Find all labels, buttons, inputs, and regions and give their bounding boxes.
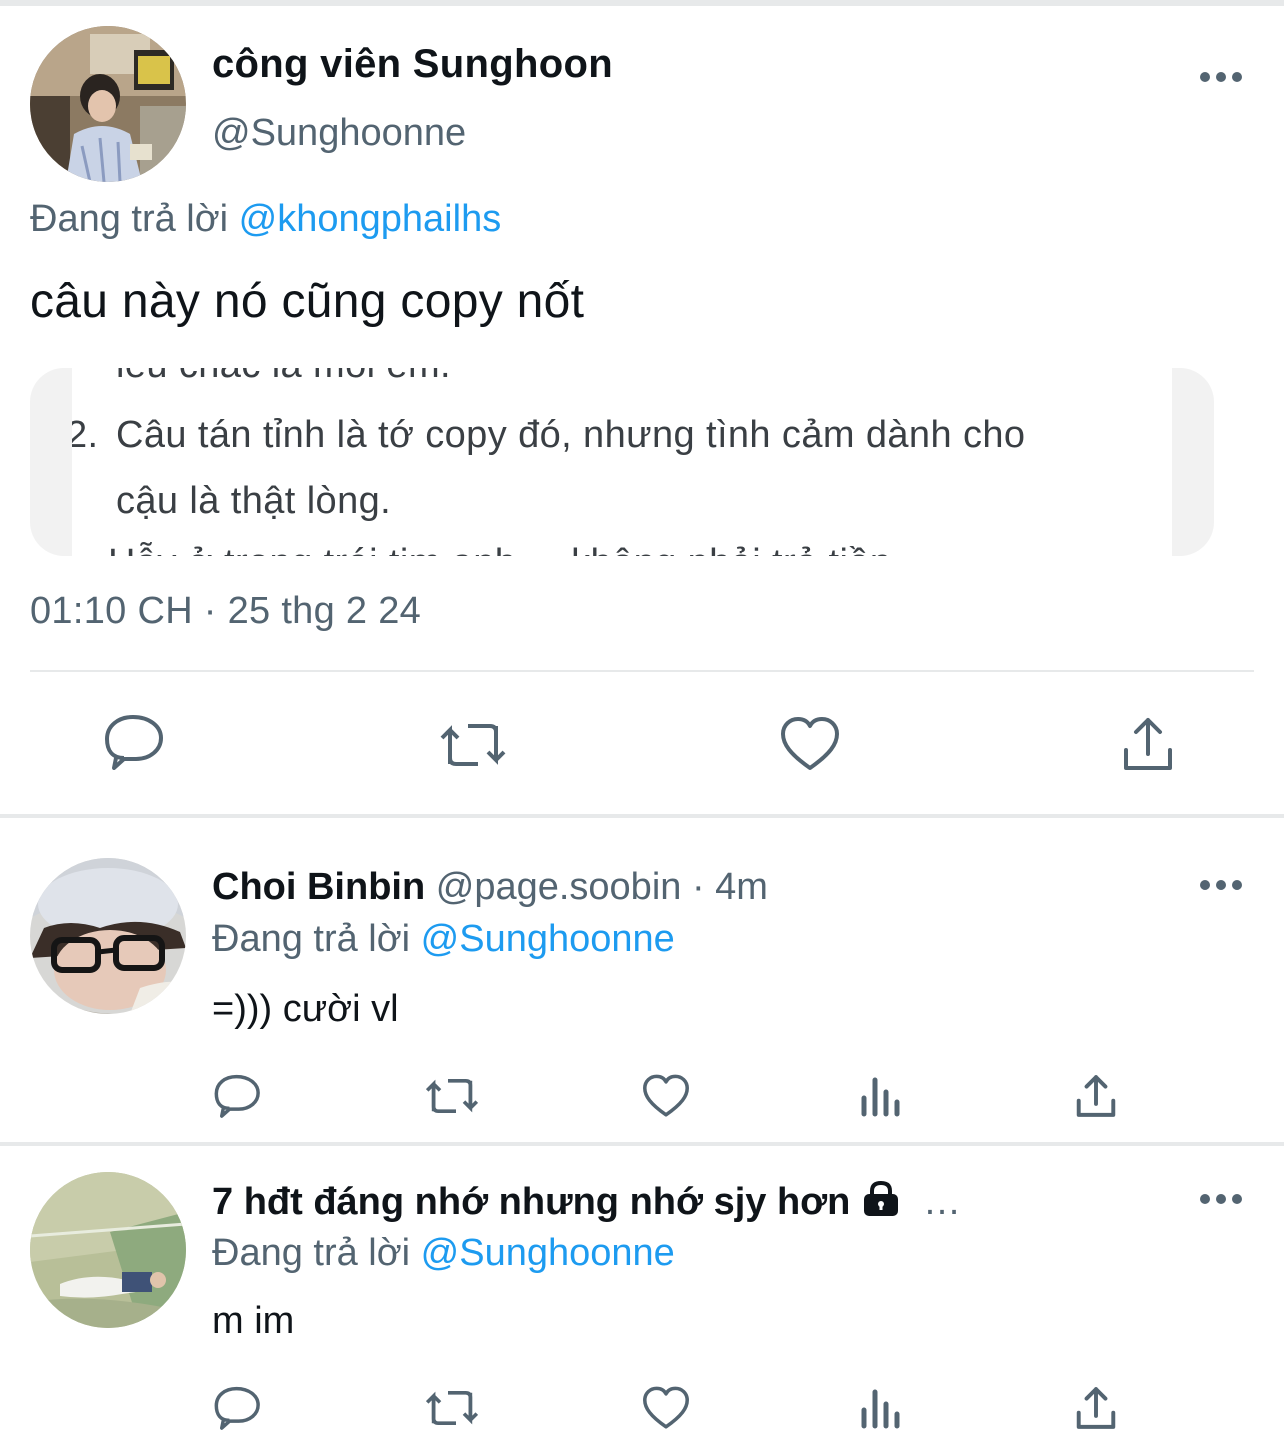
reply-icon	[214, 1386, 260, 1430]
reply-text: =))) cười vl	[212, 988, 399, 1030]
retweet-icon	[425, 1079, 479, 1113]
like-button[interactable]	[642, 1386, 690, 1430]
views-button[interactable]	[860, 1074, 904, 1118]
more-options-icon[interactable]	[1200, 880, 1242, 892]
author-handle[interactable]: @Sunghoonne	[212, 112, 466, 155]
replying-prefix: Đang trả lời	[212, 1232, 411, 1274]
reply-author-avatar[interactable]	[30, 858, 186, 1014]
like-icon	[781, 717, 839, 770]
replying-to-link[interactable]: @Sunghoonne	[421, 918, 675, 960]
reply-author-handle[interactable]: @page.soobin	[436, 866, 682, 908]
views-icon	[861, 1389, 900, 1429]
media-screenshot: ieu chac la moi em. 2. Câu tán tỉnh là t…	[72, 368, 1172, 556]
reply-header: 7 hđt đáng nhớ nhưng nhớ sjy hơn …	[212, 1180, 961, 1224]
share-button[interactable]	[1120, 716, 1176, 772]
reply-button[interactable]	[214, 1386, 262, 1430]
tweet-divider	[30, 670, 1254, 672]
retweet-button[interactable]	[424, 1388, 480, 1428]
share-button[interactable]	[1074, 1074, 1118, 1118]
name-truncation: …	[922, 1181, 961, 1223]
reply-icon	[214, 1074, 260, 1118]
share-icon	[1076, 1387, 1116, 1429]
media-line-partial-top: ieu chac la moi em.	[116, 368, 451, 387]
more-options-icon[interactable]	[1200, 1194, 1242, 1206]
like-button[interactable]	[780, 716, 840, 772]
reply-author-avatar[interactable]	[30, 1172, 186, 1328]
lock-icon	[864, 1180, 899, 1216]
reply-age[interactable]: · 4m	[681, 866, 768, 908]
reply-button[interactable]	[104, 714, 166, 770]
main-tweet: công viên Sunghoon @Sunghoonne Đang trả …	[0, 6, 1284, 814]
reply-icon	[105, 715, 163, 770]
author-name[interactable]: công viên Sunghoon	[212, 42, 613, 87]
replying-prefix: Đang trả lời	[212, 918, 411, 960]
views-icon	[861, 1077, 900, 1117]
reply-tweet[interactable]: Choi Binbin @page.soobin · 4m Đang trả l…	[0, 818, 1284, 1142]
reply-tweet[interactable]: 7 hđt đáng nhớ nhưng nhớ sjy hơn … Đang …	[0, 1146, 1284, 1456]
replying-prefix: Đang trả lời	[30, 198, 229, 240]
tweet-timestamp[interactable]: 01:10 CH · 25 thg 2 24	[30, 590, 421, 633]
like-icon	[643, 1386, 689, 1429]
like-button[interactable]	[642, 1074, 690, 1118]
replying-to-link[interactable]: @khongphailhs	[239, 198, 502, 240]
more-options-icon[interactable]	[1200, 72, 1242, 84]
retweet-button[interactable]	[438, 720, 508, 770]
retweet-icon	[425, 1391, 479, 1425]
reply-text: m im	[212, 1300, 295, 1342]
retweet-button[interactable]	[424, 1076, 480, 1116]
reply-author-name[interactable]: Choi Binbin	[212, 866, 425, 908]
tweet-media-image[interactable]: ieu chac la moi em. 2. Câu tán tỉnh là t…	[30, 368, 1214, 556]
media-line-2: cậu là thật lòng.	[116, 480, 392, 522]
replying-to: Đang trả lời @Sunghoonne	[212, 1232, 675, 1275]
views-button[interactable]	[860, 1386, 904, 1430]
tweet-text: câu này nó cũng copy nốt	[30, 275, 585, 328]
share-icon	[1124, 718, 1172, 770]
author-avatar[interactable]	[30, 26, 186, 182]
media-line-1: Câu tán tỉnh là tớ copy đó, nhưng tình c…	[116, 414, 1026, 456]
replying-to: Đang trả lời @Sunghoonne	[212, 918, 675, 961]
share-button[interactable]	[1074, 1386, 1118, 1430]
reply-author-name[interactable]: 7 hđt đáng nhớ nhưng nhớ sjy hơn	[212, 1181, 850, 1223]
like-icon	[643, 1074, 689, 1117]
share-icon	[1076, 1075, 1116, 1117]
media-line-partial-bottom: Hẫy ở trọng trái tim anh ... không phải …	[108, 542, 935, 556]
reply-header: Choi Binbin @page.soobin · 4m	[212, 866, 768, 909]
replying-to: Đang trả lời @khongphailhs	[30, 198, 501, 241]
media-list-number: 2.	[72, 414, 99, 456]
reply-button[interactable]	[214, 1074, 262, 1118]
replying-to-link[interactable]: @Sunghoonne	[421, 1232, 675, 1274]
retweet-icon	[440, 724, 506, 766]
